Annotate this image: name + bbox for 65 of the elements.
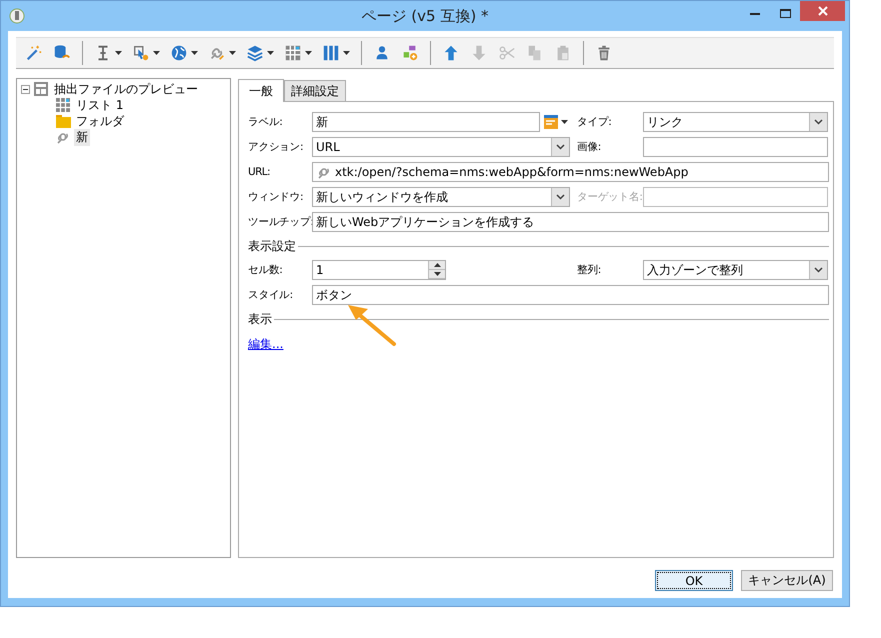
text-style-icon [544,115,558,129]
columns-icon [322,44,340,62]
field-label: スタイル: [248,288,294,302]
layout-icon [33,81,49,97]
field-label: 画像: [577,140,602,154]
field-label: URL: [248,166,271,178]
style-field[interactable]: ボタン [312,285,829,305]
tree-item[interactable]: 抽出ファイルのプレビュー [52,80,200,98]
tree-item[interactable]: リスト 1 [74,96,126,114]
dialog-button[interactable]: OK [655,570,733,591]
caret-icon [229,51,236,55]
wand-icon [25,44,43,62]
globe-icon [170,44,188,62]
edit-link[interactable]: 編集... [248,336,284,353]
annotation-arrow [346,302,398,348]
tab[interactable]: 詳細設定 [284,80,346,101]
tree-item[interactable]: フォルダ [74,112,126,130]
grid-icon [284,44,302,62]
maximize-icon [780,8,790,18]
caret-icon [561,120,568,124]
cells-spinner[interactable]: 1 [312,260,446,280]
label-field[interactable]: 新 [312,112,540,132]
image-field[interactable] [643,137,828,157]
field-label: ラベル: [248,115,284,129]
scissors-icon [498,44,516,62]
pointer-gear-icon [132,44,150,62]
action-dropdown[interactable]: URL [312,137,570,157]
spin-up-icon[interactable] [434,263,440,267]
field-label: セル数: [248,263,284,277]
app-icon [9,8,25,24]
down-icon [470,44,488,62]
field-label: ターゲット名: [577,190,643,204]
caret-icon [267,51,274,55]
tree-item[interactable]: 新 [74,128,90,146]
minimize-icon [750,12,760,14]
folder-icon [55,113,71,129]
collapse-icon[interactable] [21,84,30,94]
field-label: タイプ: [577,115,612,129]
label-style-button[interactable] [542,115,570,129]
up-icon [442,44,460,62]
field-label: アクション: [248,140,304,154]
grid-icon [55,97,71,113]
window-dropdown[interactable]: 新しいウィンドウを作成 [312,187,570,207]
caret-icon [191,51,198,55]
type-dropdown[interactable]: リンク [643,112,828,132]
layers-icon [246,44,264,62]
section-heading: 表示設定 [248,238,296,254]
caret-icon [153,51,160,55]
spin-down-icon[interactable] [434,272,440,276]
caret-icon [115,51,122,55]
shapes-icon [401,44,419,62]
close-button[interactable] [800,1,845,21]
tab[interactable]: 一般 [238,79,284,102]
field-label: 整列: [577,263,602,277]
target-field[interactable] [643,187,828,207]
section-heading: 表示 [248,310,272,328]
caret-icon [343,51,350,55]
close-icon [818,6,828,16]
field-label: ウィンドウ: [248,190,304,204]
tooltip-field[interactable]: 新しいWebアプリケーションを作成する [312,212,829,232]
align-dropdown[interactable]: 入力ゾーンで整列 [643,260,828,280]
dialog-button[interactable]: キャンセル(A) [741,570,833,591]
window-title: ページ (v5 互換) * [360,6,490,26]
caret-icon [305,51,312,55]
url-field[interactable]: xtk:/open/?schema=nms:webApp&form=nms:newWebApp [312,162,829,182]
